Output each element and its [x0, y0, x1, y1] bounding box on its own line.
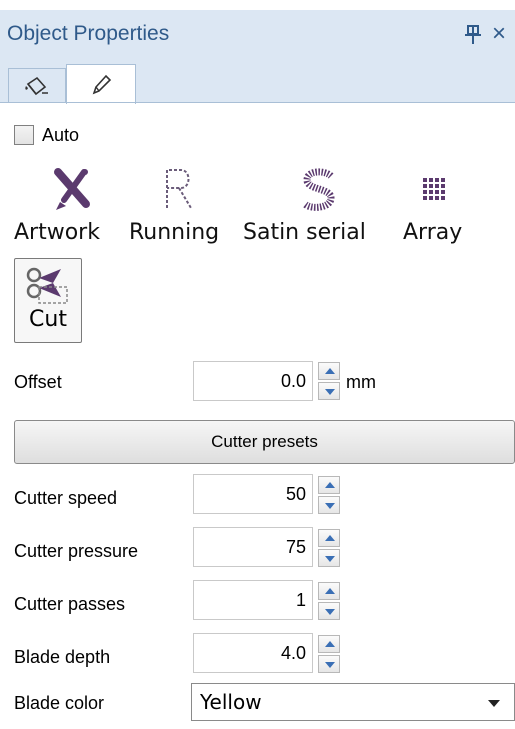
cutter-speed-input[interactable]: 50 — [193, 474, 313, 514]
cutter-passes-label: Cutter passes — [14, 594, 126, 614]
cut-label: Cut — [29, 307, 67, 332]
offset-unit: mm — [346, 372, 376, 392]
cutter-pressure-label: Cutter pressure — [14, 541, 139, 561]
cutter-passes-increment-button[interactable] — [318, 582, 340, 600]
offset-decrement-button[interactable] — [318, 382, 340, 400]
cutter-passes-input[interactable]: 1 — [193, 580, 313, 620]
cutter-pressure-spinner[interactable] — [318, 529, 340, 567]
array-button[interactable]: Array — [403, 164, 478, 254]
cutter-presets-button[interactable]: Cutter presets — [14, 420, 515, 464]
panel-title: Object Properties — [7, 22, 170, 45]
auto-label: Auto — [42, 124, 80, 145]
artwork-icon — [54, 168, 90, 210]
blade-color-label: Blade color — [14, 693, 105, 713]
blade-depth-label: Blade depth — [14, 647, 111, 667]
blade-depth-decrement-button[interactable] — [318, 655, 340, 673]
tab-fill[interactable] — [8, 68, 66, 103]
close-icon[interactable]: × — [492, 21, 515, 47]
cut-button[interactable]: Cut — [14, 258, 82, 343]
cutter-speed-decrement-button[interactable] — [318, 496, 340, 514]
blade-depth-input[interactable]: 4.0 — [193, 633, 313, 673]
satin-serial-button[interactable]: Satin serial — [243, 164, 393, 254]
offset-input[interactable]: 0.0 — [193, 361, 313, 401]
chevron-down-icon — [488, 700, 500, 707]
cutter-passes-spinner[interactable] — [318, 582, 340, 620]
tab-outline[interactable] — [66, 64, 136, 104]
auto-row: Auto — [14, 122, 79, 148]
pen-icon — [92, 74, 112, 94]
artwork-label: Artwork — [14, 220, 100, 245]
cutter-pressure-increment-button[interactable] — [318, 529, 340, 547]
cutter-passes-decrement-button[interactable] — [318, 602, 340, 620]
cutter-pressure-decrement-button[interactable] — [318, 549, 340, 567]
cutter-speed-label: Cutter speed — [14, 488, 118, 508]
blade-depth-increment-button[interactable] — [318, 635, 340, 653]
offset-increment-button[interactable] — [318, 362, 340, 380]
paint-bucket-icon — [25, 76, 48, 96]
artwork-button[interactable]: Artwork — [14, 164, 129, 254]
auto-checkbox[interactable] — [14, 125, 34, 145]
object-properties-panel: Object Properties × Auto Artwork Running… — [0, 0, 515, 729]
tab-divider — [0, 102, 515, 103]
scissors-icon — [26, 267, 68, 304]
panel-title-bar[interactable]: Object Properties × — [0, 10, 515, 60]
offset-label: Offset — [14, 372, 62, 392]
running-label: Running — [129, 220, 220, 245]
satin-serial-label: Satin serial — [243, 220, 366, 245]
offset-spinner[interactable] — [318, 362, 340, 400]
array-label: Array — [403, 220, 463, 245]
running-stitch-icon — [166, 169, 192, 209]
blade-color-select[interactable]: Yellow — [191, 683, 515, 721]
cutter-speed-spinner[interactable] — [318, 476, 340, 514]
tab-strip — [0, 60, 515, 104]
blade-depth-spinner[interactable] — [318, 635, 340, 673]
satin-serial-icon — [302, 168, 335, 211]
blade-color-value: Yellow — [200, 690, 262, 714]
running-button[interactable]: Running — [129, 164, 239, 254]
cutter-pressure-input[interactable]: 75 — [193, 527, 313, 567]
cutter-speed-increment-button[interactable] — [318, 476, 340, 494]
pin-icon[interactable] — [463, 23, 483, 47]
array-icon — [423, 178, 445, 200]
